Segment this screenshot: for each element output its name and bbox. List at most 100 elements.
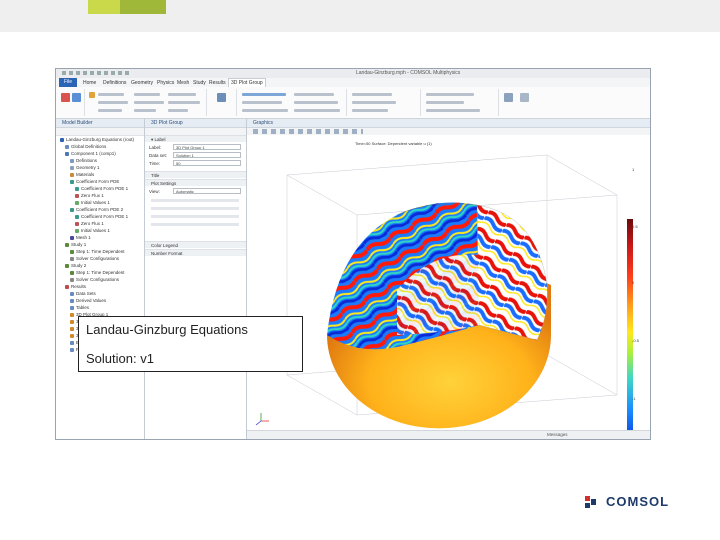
plot-in-icon[interactable] xyxy=(72,93,81,102)
number-format-section-header[interactable]: Number Format xyxy=(145,249,246,256)
status-text: Messages xyxy=(547,432,568,437)
tree-item[interactable]: Solver Configurations xyxy=(56,255,144,262)
label-section-header[interactable]: ▾ Label xyxy=(145,135,246,142)
caption-solution: Solution: v1 xyxy=(86,351,154,366)
label-field[interactable]: 3D Plot Group 1 xyxy=(173,144,241,150)
tree-item[interactable]: Initial Values 1 xyxy=(56,199,144,206)
quick-access-toolbar[interactable] xyxy=(62,71,132,75)
isosurface-button[interactable] xyxy=(134,101,164,104)
ribbon-group-layout xyxy=(500,89,540,116)
tab-home[interactable]: Home xyxy=(83,80,96,86)
view-select[interactable]: Automatic xyxy=(173,188,241,194)
colorbar-tick-zero: 0 xyxy=(632,280,635,285)
tree-item[interactable]: Global Definitions xyxy=(56,143,144,150)
tab-study[interactable]: Study xyxy=(193,80,206,86)
slice-button[interactable] xyxy=(98,101,128,104)
tree-item[interactable]: Zero Flux 1 xyxy=(56,220,144,227)
title-section-header[interactable]: Title xyxy=(145,171,246,178)
tree-item[interactable]: Coefficient Form PDE 2 xyxy=(56,206,144,213)
tree-item[interactable]: Step 1: Time Dependent xyxy=(56,269,144,276)
tab-results[interactable]: Results xyxy=(209,80,226,86)
volume-icon[interactable] xyxy=(89,92,95,98)
tab-geometry[interactable]: Geometry xyxy=(131,80,153,86)
layout-icon[interactable] xyxy=(504,93,513,102)
image-export-icon[interactable] xyxy=(217,93,226,102)
animation-settings-button[interactable] xyxy=(426,109,480,112)
tree-item[interactable]: Data Sets xyxy=(56,290,144,297)
tree-item[interactable]: Coefficient Form PDE xyxy=(56,178,144,185)
more-plots-button[interactable] xyxy=(168,109,188,112)
model-builder-toolbar[interactable] xyxy=(56,128,144,136)
tree-item[interactable]: Geometry 1 xyxy=(56,164,144,171)
time-select[interactable]: 50 xyxy=(173,160,241,166)
ribbon-group-export-expressions xyxy=(348,89,421,116)
tree-item[interactable]: Component 1 (comp1) xyxy=(56,150,144,157)
color-expression-button[interactable] xyxy=(294,101,338,104)
settings-title: 3D Plot Group xyxy=(145,119,246,128)
filter-button[interactable] xyxy=(242,101,282,104)
tree-item-label: Study 2 xyxy=(71,263,87,268)
model-builder-title: Model Builder xyxy=(56,119,144,128)
height-expression-button[interactable] xyxy=(294,93,334,96)
color-legend-bar xyxy=(627,219,633,439)
ribbon-toolbar xyxy=(56,87,650,119)
file-animation-button[interactable] xyxy=(426,101,464,104)
tree-node-icon xyxy=(75,228,79,233)
tab-definitions[interactable]: Definitions xyxy=(103,80,126,86)
tree-item[interactable]: Materials xyxy=(56,171,144,178)
tree-item[interactable]: Zero Flux 1 xyxy=(56,192,144,199)
tree-item[interactable]: Study 2 xyxy=(56,262,144,269)
windows-icon[interactable] xyxy=(520,93,529,102)
tree-item-label: Initial Values 1 xyxy=(81,200,110,205)
tab-mesh[interactable]: Mesh xyxy=(177,80,189,86)
tree-item-label: Initial Values 1 xyxy=(81,228,110,233)
ribbon-group-animation xyxy=(422,89,499,116)
settings-panel: 3D Plot Group Plot ▾ Label Label: 3D Plo… xyxy=(145,119,247,439)
export-table-button[interactable] xyxy=(352,109,388,112)
tree-item[interactable]: Results xyxy=(56,283,144,290)
deformation-button[interactable] xyxy=(242,93,286,96)
tree-item[interactable]: Derived Values xyxy=(56,297,144,304)
tree-item[interactable]: Definitions xyxy=(56,157,144,164)
tree-node-icon xyxy=(70,172,74,177)
slide-header-accent-dark xyxy=(120,0,166,14)
tree-node-icon xyxy=(70,340,74,345)
material-appearance-button[interactable] xyxy=(294,109,340,112)
graphics-canvas[interactable]: Time=50 Surface: Dependent variable u (1… xyxy=(247,135,650,431)
tree-item[interactable]: Step 1: Time Dependent xyxy=(56,248,144,255)
tree-node-icon xyxy=(75,200,79,205)
tree-item[interactable]: Initial Values 1 xyxy=(56,227,144,234)
tree-item[interactable]: Landau-Ginzburg Equations (root) xyxy=(56,136,144,143)
data-set-select[interactable]: Solution 1 xyxy=(173,152,241,158)
tab-file[interactable]: File xyxy=(59,78,77,87)
player-button[interactable] xyxy=(426,93,474,96)
contour-button[interactable] xyxy=(134,109,156,112)
particle-tracing-button[interactable] xyxy=(168,101,200,104)
plot-settings-section-header[interactable]: Plot Settings xyxy=(145,179,246,186)
tree-item[interactable]: Tables xyxy=(56,304,144,311)
tree-item-label: Coefficient Form PDE 1 xyxy=(81,214,129,219)
tab-physics[interactable]: Physics xyxy=(157,80,174,86)
plot-icon[interactable] xyxy=(61,93,70,102)
plot-settings-options[interactable] xyxy=(151,199,239,229)
graphics-title: Graphics xyxy=(247,119,650,128)
tree-item-label: Study 1 xyxy=(71,242,87,247)
model-builder-panel: Model Builder Landau-Ginzburg Equations … xyxy=(56,119,145,439)
surface-button[interactable] xyxy=(98,109,122,112)
selection-button[interactable] xyxy=(242,109,288,112)
tree-item[interactable]: Coefficient Form PDE 1 xyxy=(56,213,144,220)
tab-3d-plot-group[interactable]: 3D Plot Group xyxy=(228,78,266,87)
tree-item[interactable]: Study 1 xyxy=(56,241,144,248)
color-legend-section-header[interactable]: Color Legend xyxy=(145,241,246,248)
tree-item[interactable]: Mesh 1 xyxy=(56,234,144,241)
tree-item[interactable]: Coefficient Form PDE 1 xyxy=(56,185,144,192)
export-point-button[interactable] xyxy=(352,101,396,104)
tree-item[interactable]: Solver Configurations xyxy=(56,276,144,283)
export-expressions-button[interactable] xyxy=(352,93,392,96)
volume-button[interactable] xyxy=(98,93,124,96)
arrow-volume-button[interactable] xyxy=(134,93,160,96)
tree-item-label: Zero Flux 1 xyxy=(81,193,104,198)
ribbon-tabs: File Home Definitions Geometry Physics M… xyxy=(56,78,650,87)
tree-item-label: Solver Configurations xyxy=(76,256,120,261)
streamline-button[interactable] xyxy=(168,93,196,96)
